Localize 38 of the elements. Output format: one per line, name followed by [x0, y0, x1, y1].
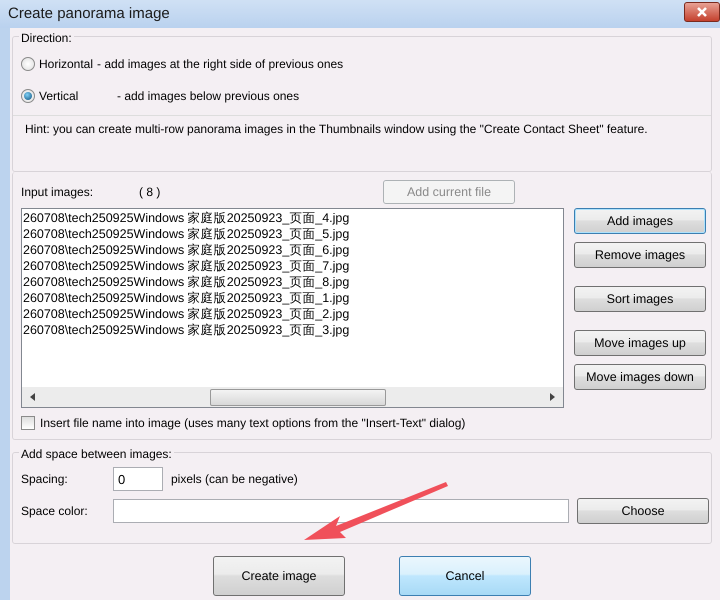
file-list-item[interactable]: 260708\tech250925Windows 家庭版20250923_页面_5.jpg: [23, 226, 350, 242]
window-title: Create panorama image: [8, 4, 170, 24]
option-description: - add images below previous ones: [117, 88, 300, 105]
side-button[interactable]: Add images: [574, 208, 706, 234]
choose-button[interactable]: Choose: [577, 498, 709, 524]
scrollbar-thumb[interactable]: [210, 388, 386, 406]
option-description: - add images at the right side of previous ones: [97, 56, 344, 73]
image-count: ( 8 ): [139, 184, 162, 201]
close-button[interactable]: [684, 2, 720, 22]
radio-label: Horizontal: [39, 56, 94, 73]
file-list-item[interactable]: 260708\tech250925Windows 家庭版20250923_页面_3.jpg: [23, 322, 350, 338]
file-list-item[interactable]: 260708\tech250925Windows 家庭版20250923_页面_7.jpg: [23, 258, 350, 274]
file-list[interactable]: [21, 208, 564, 408]
dialog-button[interactable]: Create image: [213, 556, 345, 596]
spacing-field[interactable]: 0: [113, 467, 163, 491]
radio-label: Vertical: [39, 88, 80, 105]
space-color-field[interactable]: [113, 499, 569, 523]
dialog-button[interactable]: Cancel: [399, 556, 531, 596]
field-label: Spacing:: [21, 471, 69, 488]
field-label: Space color:: [21, 503, 89, 520]
side-button[interactable]: Move images down: [574, 364, 706, 390]
hint-text: Hint: you can create multi-row panorama images in the Thumbnails window using the "Create Contact Sheet" feature.: [24, 121, 649, 138]
close-icon: [696, 6, 708, 18]
file-list-item[interactable]: 260708\tech250925Windows 家庭版20250923_页面_2.jpg: [23, 306, 350, 322]
radio-button[interactable]: [21, 57, 35, 71]
side-button[interactable]: Sort images: [574, 286, 706, 312]
checkbox[interactable]: [21, 416, 35, 430]
file-list-item[interactable]: 260708\tech250925Windows 家庭版20250923_页面_1.jpg: [23, 290, 350, 306]
side-button[interactable]: Remove images: [574, 242, 706, 268]
radio-button[interactable]: [21, 89, 35, 103]
side-button[interactable]: Move images up: [574, 330, 706, 356]
checkbox-label: Insert file name into image (uses many text options from the "Insert-Text" dialog): [40, 415, 466, 432]
file-list-item[interactable]: 260708\tech250925Windows 家庭版20250923_页面_4.jpg: [23, 210, 350, 226]
unit-label: pixels (can be negative): [171, 471, 298, 488]
file-list-item[interactable]: 260708\tech250925Windows 家庭版20250923_页面_8.jpg: [23, 274, 350, 290]
horizontal-scrollbar[interactable]: [22, 387, 563, 407]
file-list-item[interactable]: 260708\tech250925Windows 家庭版20250923_页面_6.jpg: [23, 242, 350, 258]
field-label: Input images:: [21, 184, 94, 201]
